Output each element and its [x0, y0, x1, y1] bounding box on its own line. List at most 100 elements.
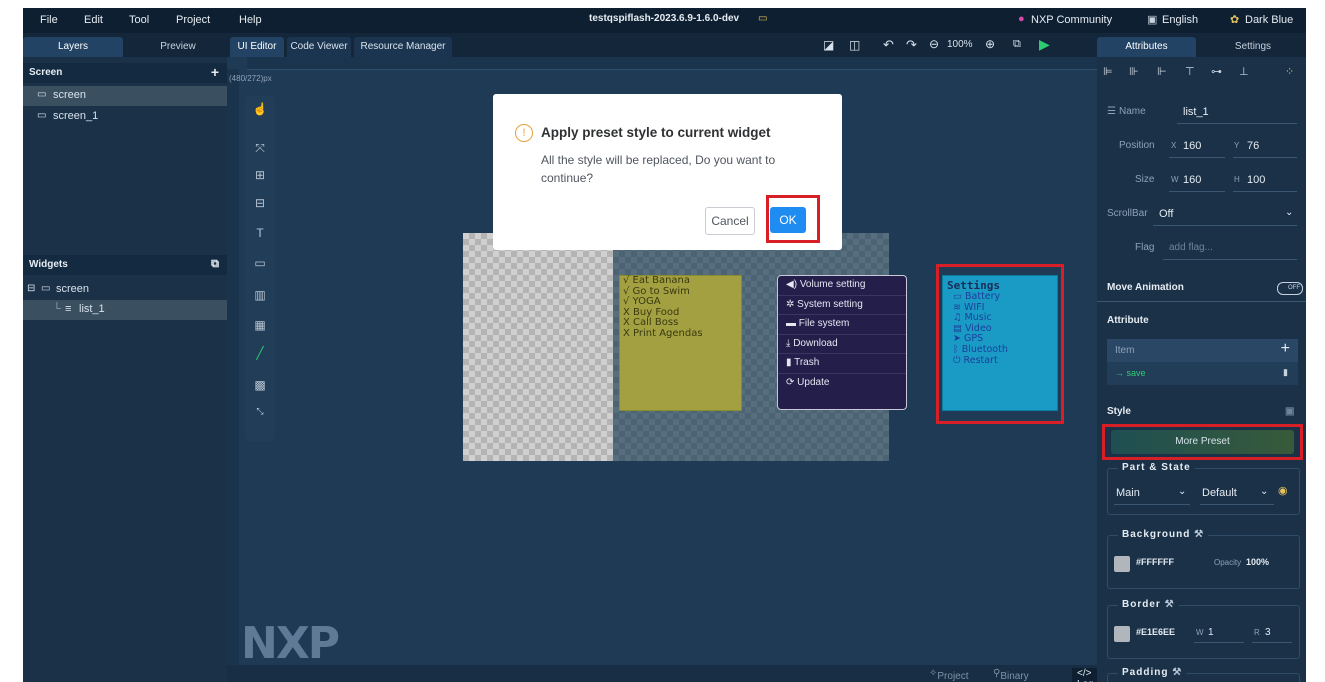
status-project[interactable]: ✧ Project [929, 668, 969, 682]
send-back-icon[interactable]: ◫ [849, 38, 860, 52]
menu-help[interactable]: Help [239, 14, 262, 26]
zoom-out-icon[interactable]: ⊖ [929, 37, 939, 51]
nxp-community-link[interactable]: NXP Community [1031, 14, 1112, 26]
flag-input[interactable]: add flag... [1169, 242, 1213, 253]
size-h-input[interactable]: 100 [1247, 174, 1265, 186]
chevron-down-icon[interactable]: ⌄ [1285, 207, 1293, 218]
name-input[interactable]: list_1 [1183, 106, 1209, 118]
screen-item[interactable]: ▭ screen_1 [23, 107, 227, 127]
border-label: Border [1122, 599, 1161, 610]
style-title: Style [1107, 406, 1131, 417]
scrollbar-select[interactable]: Off [1159, 208, 1173, 220]
chevron-down-icon[interactable]: ⌄ [1260, 486, 1268, 497]
name-underline [1177, 123, 1297, 124]
size-w-input[interactable]: 160 [1183, 174, 1201, 186]
qrcode-icon[interactable]: ▩ [252, 378, 268, 394]
code-export-icon[interactable]: ⧉ [1013, 38, 1021, 51]
bg-color-value[interactable]: #FFFFFF [1136, 557, 1174, 567]
dialog-message: All the style will be replaced, Do you w… [541, 153, 776, 185]
image-icon[interactable]: ▦ [252, 318, 268, 334]
notes-widget[interactable]: √ Eat Banana √ Go to Swim √ YOGA X Buy F… [619, 275, 742, 411]
tab-settings[interactable]: Settings [1208, 37, 1298, 57]
object-icon[interactable]: ⊟ [252, 196, 268, 212]
brush-icon: ⚒ [1172, 667, 1183, 678]
attribute-item-row[interactable]: → save ▮ [1107, 362, 1298, 385]
cancel-button[interactable]: Cancel [705, 207, 755, 235]
save-style-icon[interactable]: ▣ [1285, 406, 1294, 417]
run-icon[interactable]: ▶ [1039, 36, 1050, 53]
screen-item[interactable]: ▭ screen [23, 86, 227, 106]
tab-ui-editor[interactable]: UI Editor [230, 37, 284, 57]
menu-tool[interactable]: Tool [129, 14, 149, 26]
border-color-value[interactable]: #E1E6EE [1136, 627, 1175, 637]
status-project-label: Project [937, 671, 969, 682]
bring-front-icon[interactable]: ◪ [823, 38, 834, 52]
container-icon[interactable]: ⊞ [252, 168, 268, 184]
collapse-icon[interactable]: ⊟ [27, 283, 35, 294]
menu-list-widget[interactable]: ◀) Volume setting ✲ System setting ▬ Fil… [777, 275, 907, 410]
attribute-title: Attribute [1107, 315, 1149, 326]
state-underline [1200, 504, 1274, 505]
border-title: Border ⚒ [1118, 599, 1179, 610]
line-icon[interactable]: ╱ [252, 346, 268, 362]
collapse-toolbar-icon[interactable]: ⤡ [252, 406, 268, 422]
border-r-input[interactable]: 3 [1265, 627, 1271, 638]
chart-icon[interactable]: ▥ [252, 288, 268, 304]
tab-resource-manager[interactable]: Resource Manager [354, 37, 452, 57]
note-line: √ Eat Banana [623, 275, 691, 286]
eye-icon[interactable]: ◉ [1278, 484, 1288, 497]
undo-icon[interactable]: ↶ [883, 37, 894, 53]
screen-section-header: Screen + [23, 63, 227, 83]
align-center-icon[interactable]: ⊪ [1129, 65, 1139, 78]
border-color-swatch[interactable] [1114, 626, 1130, 642]
gear-icon: ✲ [786, 298, 798, 310]
redo-icon[interactable]: ↷ [906, 37, 917, 53]
zoom-in-icon[interactable]: ⊕ [985, 37, 995, 51]
move-animation-label: Move Animation [1107, 282, 1184, 293]
popout-icon[interactable]: ⧉ [211, 258, 219, 271]
text-icon[interactable]: T [252, 226, 268, 242]
widget-tree-child[interactable]: └ ≡ list_1 [23, 300, 227, 320]
trash-icon[interactable]: ▮ [1283, 367, 1288, 378]
opacity-value[interactable]: 100% [1246, 557, 1269, 567]
grid-icon[interactable]: ⁘ [1285, 65, 1294, 78]
align-bottom-icon[interactable]: ⊥ [1239, 65, 1249, 78]
status-log[interactable]: </> Log [1072, 668, 1099, 682]
tab-layers[interactable]: Layers [23, 37, 123, 57]
align-left-icon[interactable]: ⊫ [1103, 65, 1113, 78]
chevron-down-icon[interactable]: ⌄ [1178, 486, 1186, 497]
pointer-icon[interactable]: ☝ [252, 102, 268, 118]
tab-code-viewer[interactable]: Code Viewer [287, 37, 351, 57]
align-top-icon[interactable]: ⊤ [1185, 65, 1195, 78]
widget-child-label: list_1 [79, 303, 105, 315]
position-y-input[interactable]: 76 [1247, 140, 1259, 152]
border-w-label: W [1196, 628, 1204, 637]
padding-title: Padding ⚒ [1118, 667, 1187, 678]
h-label: H [1234, 175, 1240, 184]
widget-tree-root[interactable]: ⊟ ▭ screen [23, 280, 227, 300]
list-item: ⤓ Download [778, 335, 906, 354]
add-item-icon[interactable]: + [1281, 340, 1290, 358]
position-x-input[interactable]: 160 [1183, 140, 1201, 152]
tab-attributes[interactable]: Attributes [1097, 37, 1196, 57]
state-select[interactable]: Default [1202, 487, 1237, 499]
tab-preview[interactable]: Preview [143, 37, 213, 57]
move-animation-toggle[interactable]: OFF [1277, 282, 1303, 295]
bg-color-swatch[interactable] [1114, 556, 1130, 572]
part-select[interactable]: Main [1116, 487, 1140, 499]
input-icon[interactable]: ▭ [252, 256, 268, 272]
name-label: Name [1119, 106, 1146, 117]
align-right-icon[interactable]: ⊩ [1157, 65, 1167, 78]
menu-edit[interactable]: Edit [84, 14, 103, 26]
align-middle-icon[interactable]: ⊶ [1211, 65, 1222, 78]
status-binary-size[interactable]: ⚲ Binary Size [993, 668, 1029, 682]
language-selector[interactable]: English [1162, 14, 1198, 26]
menu-project[interactable]: Project [176, 14, 210, 26]
theme-selector[interactable]: Dark Blue [1245, 14, 1293, 26]
border-w-input[interactable]: 1 [1208, 627, 1214, 638]
menu-file[interactable]: File [40, 14, 58, 26]
refresh-icon: ⟳ [786, 376, 798, 388]
expand-icon[interactable]: ⤧ [252, 141, 268, 157]
highlight-more-preset [1102, 424, 1303, 460]
add-screen-icon[interactable]: + [211, 64, 219, 80]
